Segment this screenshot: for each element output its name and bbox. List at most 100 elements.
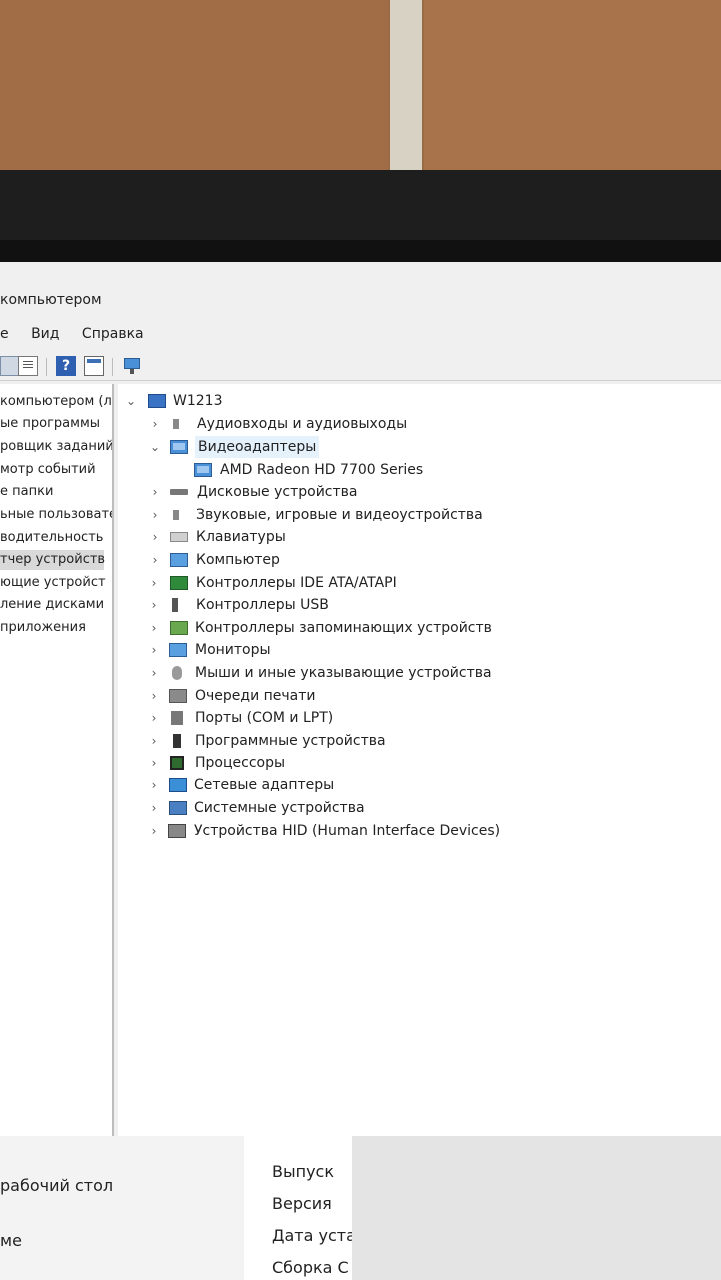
left-item-shared-folders[interactable]: е папки xyxy=(0,482,53,502)
tree-node[interactable]: › Устройства HID (Human Interface Device… xyxy=(118,820,598,842)
tree-node[interactable]: › Компьютер xyxy=(118,549,598,571)
scan-hardware-icon[interactable] xyxy=(122,356,142,376)
desktop-panel: рабочий стол ме xyxy=(0,1136,244,1280)
tree-node-label: Процессоры xyxy=(195,755,286,771)
left-item-disk-management[interactable]: ление дисками xyxy=(0,595,104,615)
software-device-icon xyxy=(173,734,181,748)
properties-icon[interactable] xyxy=(18,356,38,376)
tree-node[interactable]: › Контроллеры IDE ATA/ATAPI xyxy=(118,572,598,594)
cpu-icon xyxy=(170,756,184,770)
tree-node-label: Программные устройства xyxy=(195,733,386,749)
chip-icon xyxy=(170,576,188,590)
info-label-install-date: Дата уста xyxy=(272,1226,356,1245)
tree-node[interactable]: › Системные устройства xyxy=(118,797,598,819)
chevron-right-icon[interactable]: › xyxy=(147,820,161,842)
left-item-programs[interactable]: ые программы xyxy=(0,414,100,434)
tree-node-label: Порты (COM и LPT) xyxy=(195,710,334,726)
speaker-icon xyxy=(170,508,188,522)
chevron-right-icon[interactable]: › xyxy=(148,526,162,548)
tree-node-label: Контроллеры IDE ATA/ATAPI xyxy=(196,575,397,591)
chevron-right-icon[interactable]: › xyxy=(147,594,161,616)
tree-node[interactable]: › Контроллеры запоминающих устройств xyxy=(118,617,598,639)
system-device-icon xyxy=(169,801,187,815)
tree-node[interactable]: › Клавиатуры xyxy=(118,526,598,548)
tree-child-node[interactable]: AMD Radeon HD 7700 Series xyxy=(118,459,598,481)
tree-node-label: AMD Radeon HD 7700 Series xyxy=(220,462,424,478)
tree-node[interactable]: › Мыши и иные указывающие устройства xyxy=(118,662,598,684)
storage-controller-icon xyxy=(170,621,188,635)
chevron-right-icon[interactable]: › xyxy=(147,617,161,639)
tree-node[interactable]: › Контроллеры USB xyxy=(118,594,598,616)
tree-node-label: Контроллеры USB xyxy=(196,597,329,613)
tree-node[interactable]: › Дисковые устройства xyxy=(118,481,598,503)
network-adapter-icon xyxy=(169,778,187,792)
chevron-right-icon[interactable]: › xyxy=(147,730,161,752)
chevron-right-icon[interactable]: › xyxy=(148,549,162,571)
tree-root-label: W1213 xyxy=(173,393,223,409)
left-item-storage-devices[interactable]: ющие устройст xyxy=(0,573,106,593)
chevron-right-icon[interactable]: › xyxy=(147,752,161,774)
tree-node-expanded[interactable]: ⌄ Видеоадаптеры xyxy=(118,436,598,458)
chevron-right-icon[interactable]: › xyxy=(147,662,161,684)
mouse-icon xyxy=(172,666,182,680)
chevron-right-icon[interactable]: › xyxy=(147,707,161,729)
tree-root-row[interactable]: ⌄ W1213 xyxy=(118,390,518,412)
help-icon[interactable]: ? xyxy=(56,356,76,376)
usb-icon xyxy=(172,598,178,612)
desktop-text[interactable]: рабочий стол xyxy=(0,1176,113,1195)
left-item-applications[interactable]: приложения xyxy=(0,618,86,638)
left-item-computer-management[interactable]: компьютером (л xyxy=(0,392,112,412)
tree-node-label: Контроллеры запоминающих устройств xyxy=(195,620,492,636)
tree-node[interactable]: › Очереди печати xyxy=(118,685,598,707)
action-pane-icon[interactable] xyxy=(84,356,104,376)
speaker-icon xyxy=(170,417,188,431)
chevron-down-icon[interactable]: ⌄ xyxy=(148,436,162,458)
info-label-build: Сборка С xyxy=(272,1258,349,1277)
left-item-local-users[interactable]: ьные пользовате xyxy=(0,505,112,525)
tree-node[interactable]: › Сетевые адаптеры xyxy=(118,774,598,796)
menu-action[interactable]: е xyxy=(0,326,9,342)
chevron-right-icon[interactable]: › xyxy=(147,639,161,661)
tree-node[interactable]: › Программные устройства xyxy=(118,730,598,752)
chevron-down-icon[interactable]: ⌄ xyxy=(124,390,138,412)
chevron-right-icon[interactable]: › xyxy=(147,774,161,796)
show-hide-tree-icon[interactable] xyxy=(0,356,20,376)
chevron-right-icon[interactable]: › xyxy=(148,413,162,435)
display-adapter-icon xyxy=(194,463,212,477)
console-tree-pane: компьютером (л ые программы ровщик задан… xyxy=(0,384,114,1136)
lower-right-panel xyxy=(352,1136,721,1280)
wall-panel-left xyxy=(0,0,388,170)
tree-node[interactable]: › Порты (COM и LPT) xyxy=(118,707,598,729)
tree-node-label: Очереди печати xyxy=(195,688,316,704)
tree-node-label: Звуковые, игровые и видеоустройства xyxy=(196,507,483,523)
tree-node-label: Устройства HID (Human Interface Devices) xyxy=(194,823,501,839)
menu-help[interactable]: Справка xyxy=(82,326,144,342)
left-item-event-viewer[interactable]: мотр событий xyxy=(0,460,96,480)
monitor-icon xyxy=(169,643,187,657)
tree-node[interactable]: › Процессоры xyxy=(118,752,598,774)
tree-node[interactable]: › Аудиовходы и аудиовыходы xyxy=(118,413,598,435)
desktop-text[interactable]: ме xyxy=(0,1231,22,1250)
chevron-right-icon[interactable]: › xyxy=(147,797,161,819)
toolbar: ? xyxy=(0,352,721,381)
left-item-performance[interactable]: водительность xyxy=(0,528,103,548)
display-adapter-icon xyxy=(170,440,188,454)
tree-node[interactable]: › Звуковые, игровые и видеоустройства xyxy=(118,504,598,526)
menu-view[interactable]: Вид xyxy=(31,326,59,342)
tree-node-label: Мыши и иные указывающие устройства xyxy=(195,665,492,681)
monitor-icon xyxy=(170,553,188,567)
tree-node-label: Компьютер xyxy=(196,552,280,568)
wall-gap xyxy=(390,0,422,172)
toolbar-separator xyxy=(112,358,113,376)
chevron-right-icon[interactable]: › xyxy=(148,481,162,503)
tree-node-label: Видеоадаптеры xyxy=(195,436,320,458)
printer-icon xyxy=(169,689,187,703)
tree-node[interactable]: › Мониторы xyxy=(118,639,598,661)
chevron-right-icon[interactable]: › xyxy=(148,504,162,526)
chevron-right-icon[interactable]: › xyxy=(147,685,161,707)
device-tree-pane: ⌄ W1213 › Аудиовходы и аудиовыходы ⌄ Вид… xyxy=(118,384,721,1136)
monitor-bezel-inner xyxy=(0,240,721,262)
left-item-device-manager[interactable]: тчер устройств xyxy=(0,550,105,570)
left-item-task-scheduler[interactable]: ровщик заданий xyxy=(0,437,112,457)
chevron-right-icon[interactable]: › xyxy=(147,572,161,594)
